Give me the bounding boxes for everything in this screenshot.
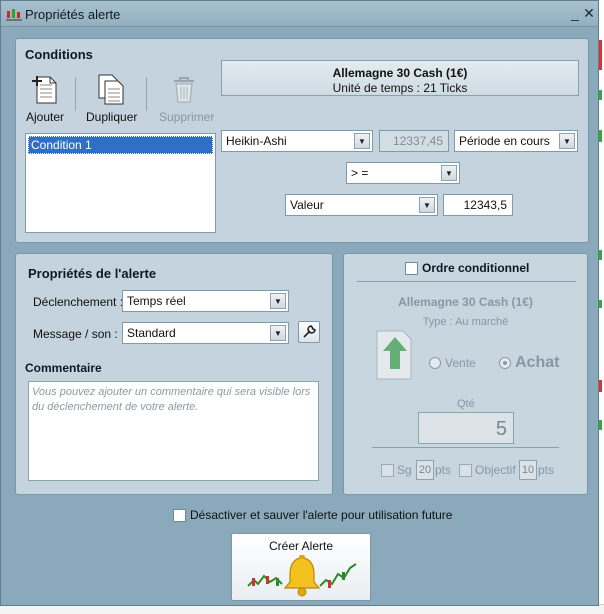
order-type-text: Type : Au marché [422,316,509,328]
indicator-value: Heikin-Ashi [226,134,287,148]
buy-radio[interactable] [499,357,511,369]
order-direction-icon [376,330,412,380]
chevron-down-icon: ▼ [419,197,435,213]
target-checkbox[interactable] [459,464,472,477]
operator-select[interactable]: > = ▼ [346,162,460,184]
add-condition-label: Ajouter [25,110,65,124]
sell-label: Vente [445,356,476,370]
stop-loss-label: Sg [397,463,412,477]
buy-label: Achat [515,354,560,371]
close-button[interactable]: ✕ [581,5,597,21]
sound-settings-button[interactable] [298,321,320,343]
comment-textarea[interactable]: Vous pouvez ajouter un commentaire qui s… [28,381,319,481]
instrument-name: Allemagne 30 Cash (1€) [332,66,468,80]
comment-heading: Commentaire [25,361,102,375]
target-unit: pts [538,463,555,477]
duplicate-condition-label: Dupliquer [86,110,138,124]
quantity-input[interactable]: 5 [418,412,514,444]
order-instrument-name: Allemagne 30 Cash (1€) [398,295,533,309]
target-input[interactable]: 10 [519,460,537,480]
divider [357,281,576,282]
chevron-down-icon: ▼ [441,165,457,181]
compare-value-input[interactable]: 12343,5 [443,194,513,216]
toolbar-separator [75,77,76,111]
create-alert-label: Créer Alerte [268,539,334,553]
disable-alert-label: Désactiver et sauver l'alerte pour utili… [190,508,453,522]
wrench-icon [303,325,316,338]
toolbar-separator [146,77,147,111]
trash-icon [174,77,194,103]
condition-list[interactable]: Condition 1 [25,133,216,233]
chevron-down-icon: ▼ [559,133,575,149]
stop-loss-checkbox[interactable] [381,464,394,477]
add-condition-button[interactable]: Ajouter [20,73,70,124]
disable-alert-checkbox[interactable] [173,509,186,522]
alert-properties-heading: Propriétés de l'alerte [28,266,157,281]
chevron-down-icon: ▼ [354,133,370,149]
operator-value: > = [351,166,369,180]
period-select[interactable]: Période en cours ▼ [454,130,578,152]
trigger-label: Déclenchement : [33,295,124,309]
chevron-down-icon: ▼ [270,325,286,341]
duplicate-icon [98,74,124,105]
conditional-order-heading: Ordre conditionnel [422,261,530,275]
divider [372,447,559,448]
indicator-select[interactable]: Heikin-Ashi ▼ [221,130,373,152]
stop-loss-unit: pts [435,463,452,477]
indicator-current-value: 12337,45 [379,130,449,152]
sound-label: Message / son : [33,327,118,341]
window-title: Propriétés alerte [25,7,121,22]
list-item[interactable]: Condition 1 [28,136,213,154]
compare-type-select[interactable]: Valeur ▼ [285,194,438,216]
trigger-value: Temps réel [127,294,186,308]
compare-type-value: Valeur [290,198,324,212]
target-label: Objectif [475,463,516,477]
sound-value: Standard [127,326,176,340]
period-value: Période en cours [459,134,550,148]
title-bar: Propriétés alerte _ ✕ [1,1,598,27]
chevron-down-icon: ▼ [270,293,286,309]
trigger-select[interactable]: Temps réel ▼ [122,290,289,312]
delete-condition-button[interactable]: Supprimer [159,73,215,124]
stop-loss-input[interactable]: 20 [416,460,434,480]
delete-condition-label: Supprimer [159,110,215,124]
bell-chart-icon [247,555,357,597]
duplicate-condition-button[interactable]: Dupliquer [86,73,138,124]
conditions-heading: Conditions [25,47,93,62]
instrument-header: Allemagne 30 Cash (1€) Unité de temps : … [221,60,579,96]
create-alert-button[interactable]: Créer Alerte [231,533,371,601]
alert-properties-dialog: Propriétés alerte _ ✕ Conditions Ajouter… [0,0,599,606]
alert-app-icon [6,9,22,21]
add-document-icon [32,76,57,104]
conditional-order-checkbox[interactable] [405,262,418,275]
instrument-timeframe: Unité de temps : 21 Ticks [332,81,468,95]
sound-select[interactable]: Standard ▼ [122,322,289,344]
quantity-label: Qté [457,398,475,410]
sell-radio[interactable] [429,357,441,369]
